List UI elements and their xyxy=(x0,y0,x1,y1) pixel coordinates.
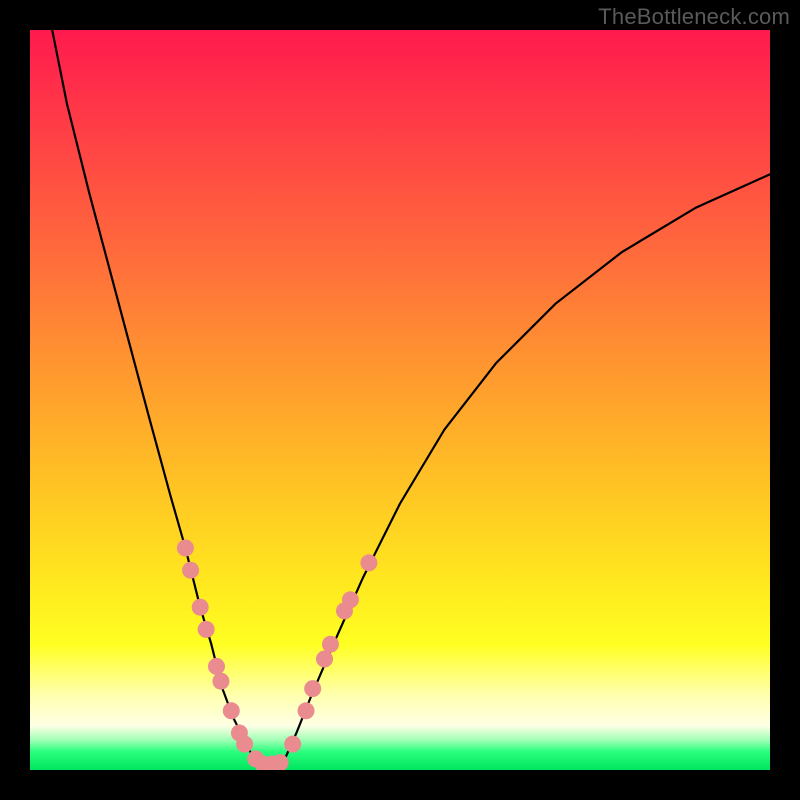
marker-point xyxy=(304,680,321,697)
marker-point xyxy=(360,554,377,571)
plot-area xyxy=(30,30,770,770)
marker-point xyxy=(342,591,359,608)
marker-point xyxy=(182,562,199,579)
watermark-text: TheBottleneck.com xyxy=(598,4,790,30)
marker-point xyxy=(177,540,194,557)
chart-frame: TheBottleneck.com xyxy=(0,0,800,800)
curve-right-branch xyxy=(282,174,770,766)
marker-point xyxy=(322,636,339,653)
marker-point xyxy=(284,736,301,753)
curve-left-branch xyxy=(52,30,259,766)
marker-point xyxy=(208,658,225,675)
marker-point xyxy=(236,736,253,753)
marker-point xyxy=(223,702,240,719)
chart-svg xyxy=(30,30,770,770)
marker-point xyxy=(298,702,315,719)
marker-point xyxy=(316,651,333,668)
marker-point xyxy=(198,621,215,638)
marker-point xyxy=(192,599,209,616)
marker-point xyxy=(212,673,229,690)
markers-group xyxy=(177,540,378,771)
